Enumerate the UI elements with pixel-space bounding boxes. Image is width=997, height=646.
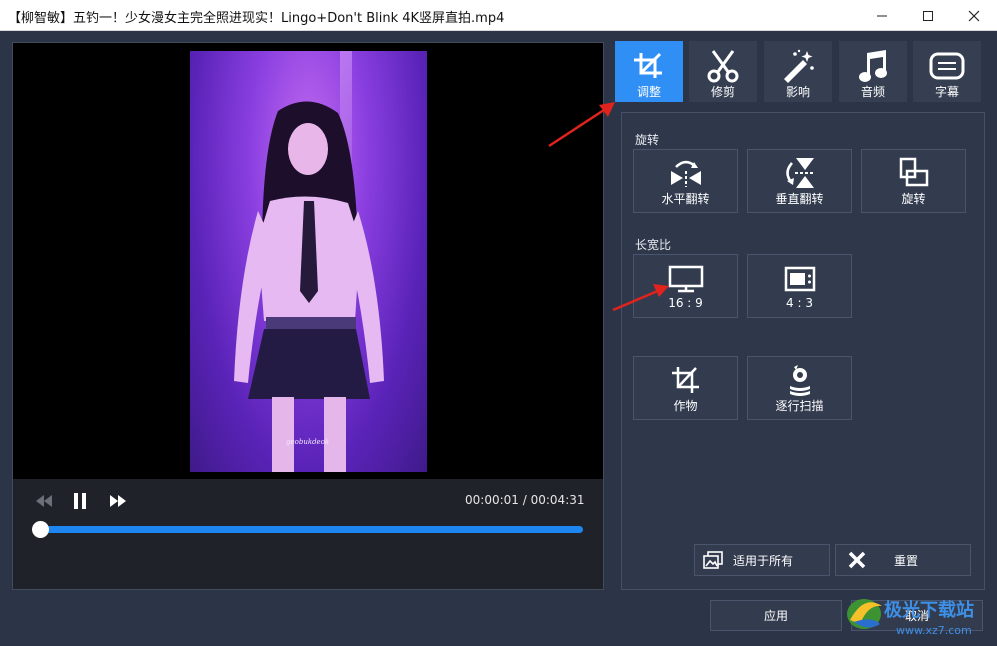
- tv-icon: [784, 262, 816, 296]
- tab-subtitle[interactable]: 字幕: [913, 41, 981, 102]
- flip-vertical-label: 垂直翻转: [775, 191, 824, 206]
- progress-bar[interactable]: [39, 526, 583, 533]
- magic-wand-icon: [781, 49, 815, 83]
- tab-trim[interactable]: 修剪: [689, 41, 757, 102]
- rotate-icon: [898, 156, 930, 190]
- reset-button[interactable]: 重置: [835, 544, 971, 576]
- tab-effects[interactable]: 影响: [764, 41, 832, 102]
- x-icon: [848, 551, 866, 569]
- current-time: 00:00:01: [465, 493, 519, 507]
- tab-adjust[interactable]: 调整: [615, 41, 683, 102]
- rotate-button[interactable]: 旋转: [861, 149, 966, 213]
- rotate-section-title: 旋转: [635, 133, 660, 147]
- music-note-icon: [858, 49, 888, 83]
- monitor-icon: [668, 262, 704, 296]
- flip-horizontal-label: 水平翻转: [661, 191, 710, 206]
- aspect-section-title: 长宽比: [635, 238, 672, 252]
- tab-audio-label: 音频: [860, 85, 885, 99]
- reset-label: 重置: [894, 553, 919, 568]
- crop-icon: [670, 363, 702, 397]
- aspect-4-3-label: 4 : 3: [786, 296, 813, 310]
- images-icon: [703, 551, 723, 569]
- rotate-label: 旋转: [901, 191, 926, 206]
- apply-to-all-label: 适用于所有: [733, 553, 794, 568]
- aspect-4-3-button[interactable]: 4 : 3: [747, 254, 852, 318]
- rewind-button[interactable]: [35, 493, 53, 512]
- apply-button[interactable]: 应用: [710, 600, 842, 631]
- crop-button[interactable]: 作物: [633, 356, 738, 420]
- crop-adjust-icon: [632, 49, 666, 83]
- annotation-arrow-tab: [548, 102, 615, 148]
- fast-forward-button[interactable]: [109, 493, 127, 512]
- tab-audio[interactable]: 音频: [839, 41, 907, 102]
- flip-vertical-icon: [783, 156, 817, 190]
- progress-handle[interactable]: [32, 521, 49, 538]
- flip-vertical-button[interactable]: 垂直翻转: [747, 149, 852, 213]
- watermark-url: www.xz7.com: [896, 624, 972, 637]
- tab-effects-label: 影响: [785, 85, 810, 99]
- watermark-text: 极光下载站: [884, 599, 974, 621]
- total-time: 00:04:31: [530, 493, 585, 507]
- tab-adjust-label: 调整: [636, 85, 661, 99]
- tab-trim-label: 修剪: [710, 85, 735, 99]
- aspect-16-9-label: 16 : 9: [668, 296, 703, 310]
- video-preview: geobukdeok 00:00:01 / 00:04:31: [12, 42, 604, 590]
- video-overlay-text: geobukdeok: [286, 438, 329, 446]
- subtitle-icon: [929, 49, 965, 83]
- window-title: 【柳智敏】五钓一！少女漫女主完全照进现实！Lingo+Don't Blink 4…: [8, 11, 505, 26]
- deinterlace-icon: [784, 363, 816, 397]
- title-bar: 【柳智敏】五钓一！少女漫女主完全照进现实！Lingo+Don't Blink 4…: [0, 0, 997, 31]
- settings-panel: 旋转 水平翻转 垂直翻转 旋转 长宽比 16: 9 4: 3 作物 逐行扫描…: [621, 112, 985, 590]
- apply-label: 应用: [763, 609, 788, 623]
- tab-subtitle-label: 字幕: [934, 85, 959, 99]
- playback-controls: 00:00:01 / 00:04:31: [13, 479, 603, 589]
- editor-window: 【柳智敏】五钓一！少女漫女主完全照进现实！Lingo+Don't Blink 4…: [0, 0, 997, 643]
- scissors-icon: [707, 49, 739, 83]
- pause-button[interactable]: [73, 493, 87, 513]
- deinterlace-button[interactable]: 逐行扫描: [747, 356, 852, 420]
- video-frame: geobukdeok: [190, 51, 427, 472]
- site-watermark: 极光下载站 www.xz7.com: [838, 590, 997, 642]
- annotation-arrow-aspect: [612, 284, 669, 312]
- close-button[interactable]: [951, 0, 997, 31]
- minimize-button[interactable]: [859, 0, 905, 31]
- flip-horizontal-button[interactable]: 水平翻转: [633, 149, 738, 213]
- apply-to-all-button[interactable]: 适用于所有: [694, 544, 830, 576]
- flip-horizontal-icon: [669, 156, 703, 190]
- crop-label: 作物: [673, 398, 698, 413]
- time-display: 00:00:01 / 00:04:31: [465, 493, 585, 507]
- maximize-button[interactable]: [905, 0, 951, 31]
- deinterlace-label: 逐行扫描: [775, 398, 824, 413]
- time-separator: /: [522, 493, 527, 507]
